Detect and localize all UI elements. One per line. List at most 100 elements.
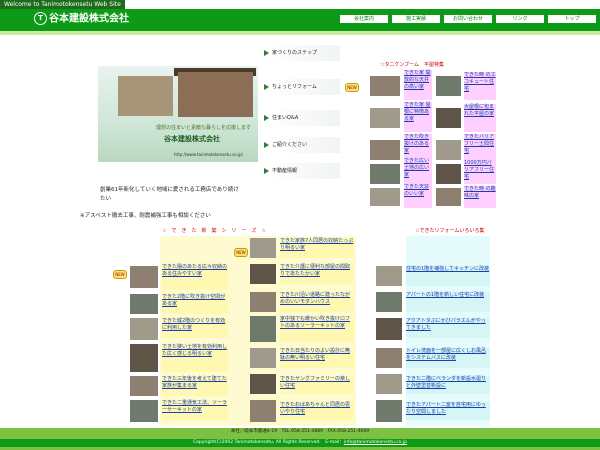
notice-text: ※アスベスト撤去工事、耐震補強工事も相談ください bbox=[80, 213, 211, 219]
menu-label: ちょっとリフォーム bbox=[272, 84, 317, 90]
footer-email-link[interactable]: info@tanimotokensetu.co.jp bbox=[344, 440, 407, 445]
series-link[interactable]: できた縦2階のつくりを有効に利用した家 bbox=[162, 318, 228, 338]
menu-label: 住まいQ&A bbox=[272, 115, 299, 121]
reform-thumb[interactable] bbox=[376, 292, 402, 312]
reform-link[interactable]: できた二階にベランダを新設水廻りと外壁塗替新設に bbox=[406, 376, 490, 394]
reform-heading: ☆できたリフォームいろいろ集 bbox=[415, 228, 485, 234]
footer-address: 本社／岐阜市都通4-19 TEL.058-251-4889 FAX.058-25… bbox=[230, 429, 370, 434]
reform-link[interactable]: できたアパート二室を自宅用にゆったり空間しました bbox=[406, 402, 490, 420]
series-thumb[interactable] bbox=[250, 238, 276, 258]
site-footer: 本社／岐阜市都通4-19 TEL.058-251-4889 FAX.058-25… bbox=[0, 428, 600, 450]
series-link[interactable]: できた家族7人同居の収納たっぷり明るい家 bbox=[280, 238, 354, 258]
series-link[interactable]: できたヤングファミリーの楽しい住宅 bbox=[280, 376, 354, 394]
feature-heading: ☆タニケンブーム 平屋特集 bbox=[380, 62, 445, 68]
hero-house-right bbox=[178, 72, 253, 117]
series-thumb[interactable] bbox=[250, 316, 276, 342]
hero-company: 谷本建設株式会社 bbox=[164, 135, 220, 143]
feature-link[interactable]: できた時 の趣味の家 bbox=[464, 186, 496, 208]
footer-copyright: Copyright(C)2002 Tanimotokensetu, All Ri… bbox=[193, 440, 344, 445]
reform-thumb[interactable] bbox=[376, 400, 402, 422]
intro-text: 創業61年新化していく地域に愛される工務店であり続けたい bbox=[100, 187, 239, 202]
arrow-icon bbox=[264, 141, 269, 148]
feature-link[interactable]: 1000万円バリアフリー住宅 bbox=[464, 160, 496, 184]
reform-link[interactable]: アパートの1階を新しい住宅に改装 bbox=[406, 292, 490, 312]
logo-mark-icon: T bbox=[34, 12, 47, 25]
series-link[interactable]: できた陽のあたる広々収納のある住みやすい家 bbox=[162, 264, 228, 290]
menu-house-steps[interactable]: 家づくりのステップ bbox=[262, 45, 340, 61]
arrow-icon bbox=[264, 167, 269, 174]
series-link[interactable]: できた三年後を考えて建てた家族が集まる家 bbox=[162, 376, 228, 396]
feature-link[interactable]: できたバリアフリー土間住宅 bbox=[464, 134, 496, 162]
reform-thumb[interactable] bbox=[376, 266, 402, 286]
feature-link[interactable]: 大屋根に包まれた平屋の家 bbox=[464, 104, 496, 132]
new-badge-icon: NEW bbox=[113, 270, 127, 279]
welcome-banner: Welcome to Tanimotokensetu Web Site bbox=[0, 0, 125, 9]
reform-link[interactable]: アクアトタぶにかびパラエんがやってきました bbox=[406, 318, 490, 338]
series-thumb[interactable] bbox=[250, 374, 276, 394]
feature-link[interactable]: できた広い土地の広い家 bbox=[404, 158, 432, 186]
feature-thumb[interactable] bbox=[436, 140, 461, 160]
menu-real-estate[interactable]: 不動産情報 bbox=[262, 163, 340, 179]
feature-thumb[interactable] bbox=[370, 164, 400, 184]
hero-image: 理想の住まいと素敵な暮らしを応援します 谷本建設株式会社 http://www.… bbox=[98, 66, 258, 162]
series-link[interactable]: 家中独でも暖かい吹き抜けロフトのあるソーラーキットの家 bbox=[280, 316, 354, 342]
reform-link[interactable]: トイレ洗面を一部屋に広くしお風呂をシステムバスに改装 bbox=[406, 348, 490, 368]
hero-tagline: 理想の住まいと素敵な暮らしを応援します bbox=[156, 125, 252, 131]
hero-house-left bbox=[118, 76, 173, 116]
feature-thumb[interactable] bbox=[436, 76, 461, 96]
menu-qa[interactable]: 住まいQ&A bbox=[262, 110, 340, 126]
feature-thumb[interactable] bbox=[436, 188, 461, 206]
feature-thumb[interactable] bbox=[370, 76, 400, 96]
series-thumb[interactable] bbox=[250, 292, 276, 312]
menu-label: ご紹介ください bbox=[272, 142, 308, 148]
feature-thumb[interactable] bbox=[370, 108, 400, 128]
feature-link[interactable]: できた家 屋根に特徴ある家 bbox=[404, 102, 432, 132]
series-thumb[interactable] bbox=[250, 264, 276, 284]
series-thumb[interactable] bbox=[250, 400, 276, 422]
nav-links[interactable]: リンク bbox=[496, 15, 544, 23]
series-link[interactable]: できたおばあちゃんと同居の思いやり住宅 bbox=[280, 402, 354, 420]
series-thumb[interactable] bbox=[250, 348, 276, 368]
series-thumb[interactable] bbox=[130, 318, 158, 340]
series-thumb[interactable] bbox=[130, 294, 158, 314]
feature-link[interactable]: できた家 開放的な天井の高い家 bbox=[404, 70, 432, 100]
reform-thumb[interactable] bbox=[376, 318, 402, 340]
company-logo[interactable]: T 谷本建設株式会社 bbox=[34, 12, 129, 27]
feature-thumb[interactable] bbox=[436, 108, 461, 128]
menu-label: 家づくりのステップ bbox=[272, 50, 318, 56]
series-link[interactable]: できた狭い土地を有効利用した広く感じる明るい家 bbox=[162, 344, 228, 372]
menu-referral[interactable]: ご紹介ください bbox=[262, 137, 340, 153]
series-link[interactable]: できた2階に吹き抜け空間がある家 bbox=[162, 294, 228, 314]
reform-link[interactable]: 住宅の1階を補強してキッチンに改装 bbox=[406, 266, 490, 286]
hero-url: http://www.tanimotokensetu.co.jp/ bbox=[174, 152, 243, 157]
nav-works[interactable]: 施工実績 bbox=[392, 15, 440, 23]
reform-thumb[interactable] bbox=[376, 348, 402, 368]
series-thumb[interactable] bbox=[130, 376, 158, 396]
header-sub-bar bbox=[0, 31, 600, 35]
feature-thumb[interactable] bbox=[370, 188, 400, 206]
feature-thumb[interactable] bbox=[436, 164, 461, 184]
series-link[interactable]: できた川沿い道路に建ったながめのいいモダンハウス bbox=[280, 292, 354, 312]
nav-top[interactable]: トップ bbox=[548, 15, 596, 23]
menu-small-reform[interactable]: ちょっとリフォーム bbox=[262, 79, 340, 95]
series-heading: ☆ で き た 新 築 シ リ ー ズ ☆ bbox=[162, 228, 266, 234]
arrow-icon bbox=[264, 49, 269, 56]
company-name: 谷本建設株式会社 bbox=[49, 13, 129, 25]
series-thumb[interactable] bbox=[130, 344, 158, 372]
feature-link[interactable]: できた時 のエコキュート住宅 bbox=[464, 72, 496, 100]
footer-copyright-line: Copyright(C)2002 Tanimotokensetu, All Ri… bbox=[0, 439, 600, 447]
series-link[interactable]: できた二重通気工法、ソーラーサーキットの家 bbox=[162, 400, 228, 420]
series-thumb[interactable] bbox=[130, 266, 158, 288]
arrow-icon bbox=[264, 114, 269, 121]
feature-link[interactable]: できた天窓のいい家 bbox=[404, 184, 432, 208]
feature-thumb[interactable] bbox=[370, 140, 400, 160]
series-thumb[interactable] bbox=[130, 400, 158, 422]
new-badge-icon: NEW bbox=[234, 248, 248, 257]
nav-company-info[interactable]: 会社案内 bbox=[340, 15, 388, 23]
series-link[interactable]: できた日当たりのよい設計に無駄の無い明るい住宅 bbox=[280, 348, 354, 368]
reform-thumb[interactable] bbox=[376, 374, 402, 394]
series-link[interactable]: できた介護に便利な部屋の間取りであたたかい家 bbox=[280, 264, 354, 284]
nav-contact[interactable]: お問い合わせ bbox=[444, 15, 492, 23]
new-badge-icon: NEW bbox=[345, 83, 359, 92]
menu-label: 不動産情報 bbox=[272, 168, 298, 174]
